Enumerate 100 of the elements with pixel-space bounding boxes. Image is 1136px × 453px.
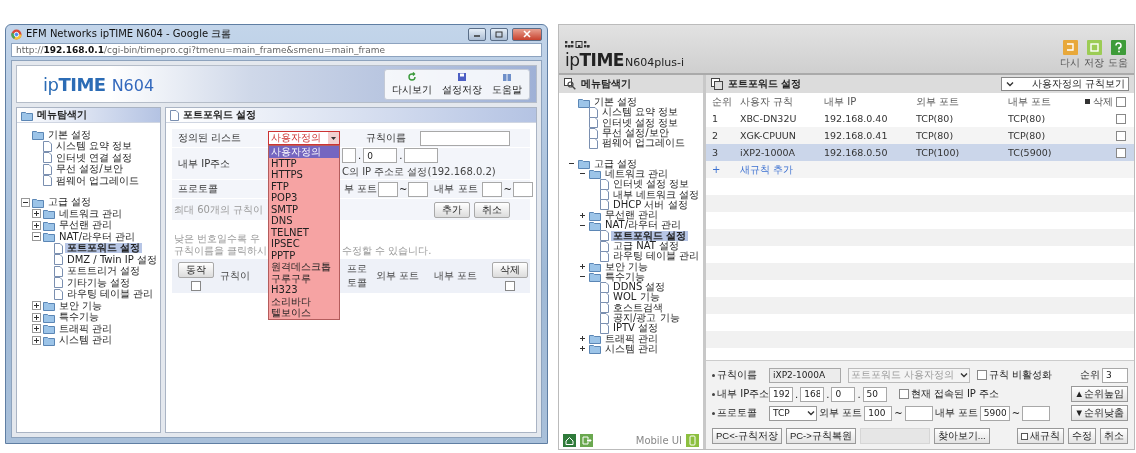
tree-item[interactable]: 내부 네트워크 설정 — [611, 189, 702, 200]
minus-icon[interactable] — [32, 232, 41, 242]
tree-item[interactable]: 시스템 요약 정보 — [600, 107, 681, 118]
text-field[interactable] — [378, 181, 398, 197]
tree-item[interactable]: 인터넷 연결 설정 — [54, 152, 135, 163]
tree-item[interactable]: DMZ / Twin IP 설정 — [65, 254, 159, 265]
add-button[interactable]: 추가 — [434, 201, 470, 218]
dropdown-option[interactable]: TELNET — [269, 226, 339, 238]
save-rules-button[interactable]: PC<-규칙저장 — [712, 428, 782, 444]
browse-button[interactable]: 찾아보기... — [933, 428, 990, 444]
text-field[interactable]: 5900 — [979, 405, 1010, 421]
dropdown-option[interactable]: PPTP — [269, 249, 339, 261]
tree-item[interactable]: 무선 설정/보안 — [600, 128, 671, 139]
toolbar-button[interactable]: 저장 — [1084, 40, 1104, 70]
table-row[interactable]: 3 iXP2-1000A 192.168.0.50 TCP(100) TC(5900) — [706, 144, 1134, 161]
tree-item[interactable]: NAT/라우터 관리 — [57, 231, 138, 242]
filter-dropdown[interactable]: 사용자정의 규칙보기 — [1001, 77, 1129, 91]
dropdown[interactable]: 사용자정의 — [268, 131, 340, 145]
toolbar-button[interactable]: 다시보기 — [388, 71, 436, 97]
tree-item[interactable]: 기타기능 설정 — [65, 277, 133, 288]
tree-item[interactable]: 무선랜 관리 — [603, 210, 661, 221]
minus-icon[interactable] — [21, 197, 30, 207]
checkbox[interactable] — [1116, 147, 1126, 158]
tree-item[interactable]: DDNS 설정 — [611, 282, 668, 293]
text-field[interactable]: 0 — [363, 148, 398, 163]
tree-item[interactable]: 트래픽 관리 — [57, 323, 115, 334]
tree-item[interactable]: 포트트리거 설정 — [65, 266, 143, 277]
restore-rules-button[interactable]: PC->규칙복원 — [785, 428, 856, 444]
tree-item[interactable]: 고급 설정 — [46, 197, 94, 208]
tree-item[interactable]: 라우팅 테이블 관리 — [65, 289, 156, 300]
dropdown-option[interactable]: 구루구루 — [269, 272, 339, 284]
tree-item[interactable]: 트래픽 관리 — [603, 333, 661, 344]
rank-down-button[interactable]: ▼순위낮춤 — [1070, 405, 1128, 421]
plus-icon[interactable] — [32, 312, 41, 322]
add-rule-link[interactable]: 새규칙 추가 — [734, 162, 818, 177]
checkbox[interactable] — [977, 370, 987, 380]
text-field[interactable] — [1022, 405, 1051, 421]
text-field[interactable] — [404, 148, 439, 163]
text-field[interactable] — [512, 181, 533, 197]
tree-item[interactable]: 네트워크 관리 — [603, 168, 671, 179]
dropdown-option[interactable]: HTTPS — [269, 169, 339, 181]
home-icon[interactable] — [563, 433, 576, 447]
tree-item[interactable]: IPTV 설정 — [611, 323, 661, 334]
dropdown-option[interactable]: SMTP — [269, 203, 339, 215]
tree-item[interactable]: NAT/라우터 관리 — [603, 220, 684, 231]
text-field[interactable]: 50 — [862, 386, 887, 402]
dropdown-option[interactable]: 원격데스크톱 — [269, 261, 339, 273]
plus-icon[interactable] — [578, 344, 587, 354]
text-field[interactable]: 100 — [864, 405, 893, 421]
tree-item[interactable]: 시스템 요약 정보 — [54, 141, 135, 152]
tree-item[interactable]: 라우팅 테이블 관리 — [611, 251, 702, 262]
new-rule-button[interactable]: 새규칙 — [1017, 428, 1064, 444]
text-field[interactable]: 192 — [769, 386, 793, 402]
dropdown[interactable]: TCP — [769, 405, 817, 421]
toolbar-button[interactable]: 도움 — [1108, 40, 1128, 70]
tree-item[interactable]: 기본 설정 — [46, 129, 94, 140]
plus-icon[interactable] — [32, 209, 41, 219]
text-field[interactable]: iXP2-1000A — [769, 367, 841, 383]
tree-item[interactable]: 인터넷 설정 정보 — [600, 117, 681, 128]
plus-icon[interactable] — [578, 210, 587, 220]
tree-item[interactable]: 포트포워드 설정 — [611, 230, 689, 241]
plus-icon[interactable] — [32, 220, 41, 230]
tree-item[interactable]: 무선랜 관리 — [57, 220, 115, 231]
tree-item[interactable]: 무선 설정/보안 — [54, 164, 125, 175]
plus-icon[interactable] — [578, 334, 587, 344]
checkbox[interactable] — [505, 280, 515, 291]
tree-item[interactable]: WOL 기능 — [611, 292, 662, 303]
dropdown-option[interactable]: HTTP — [269, 157, 339, 169]
plus-icon[interactable] — [32, 335, 41, 345]
tree-item[interactable]: 기본 설정 — [592, 97, 640, 108]
text-field[interactable]: 168 — [800, 386, 825, 402]
tree-item[interactable]: 고급 NAT 설정 — [611, 241, 681, 251]
text-field[interactable]: 0 — [831, 386, 856, 402]
tree-item[interactable]: 인터넷 설정 정보 — [611, 179, 692, 190]
action-button[interactable]: 동작 — [178, 261, 214, 278]
tree-item[interactable]: 특수기능 — [57, 312, 101, 323]
checkbox[interactable] — [1116, 96, 1126, 107]
exit-icon[interactable] — [580, 433, 593, 447]
dropdown-option[interactable]: FTP — [269, 180, 339, 192]
rank-up-button[interactable]: ▲순위높임 — [1070, 386, 1128, 402]
tree-item[interactable]: 펌웨어 업그레이드 — [600, 138, 688, 149]
cancel-button[interactable]: 취소 — [1100, 428, 1128, 444]
cancel-button[interactable]: 취소 — [474, 201, 510, 218]
table-row[interactable]: 2 XGK-CPUUN 192.168.0.41 TCP(80) TCP(80) — [706, 127, 1134, 144]
mobile-ui-link[interactable]: Mobile UI — [635, 434, 682, 446]
tree-item[interactable]: 호스트검색 — [611, 302, 665, 313]
dropdown-option[interactable]: 소리바다 — [269, 295, 339, 307]
tree-item[interactable]: 포트포워드 설정 — [65, 243, 143, 254]
tree-item[interactable]: 특수기능 — [603, 271, 647, 282]
text-field[interactable] — [342, 148, 356, 163]
text-field[interactable] — [420, 130, 510, 146]
checkbox[interactable] — [1116, 113, 1126, 124]
plus-icon[interactable] — [32, 324, 41, 334]
checkbox[interactable] — [191, 280, 201, 291]
text-field[interactable]: 3 — [1102, 367, 1128, 383]
toolbar-button[interactable]: 설정저장 — [438, 71, 486, 97]
tree-item[interactable]: 시스템 관리 — [57, 335, 115, 346]
minimize-button[interactable] — [468, 27, 486, 41]
toolbar-button[interactable]: 다시 — [1060, 40, 1080, 70]
dropdown-option[interactable]: 텔보이스 — [269, 307, 339, 319]
